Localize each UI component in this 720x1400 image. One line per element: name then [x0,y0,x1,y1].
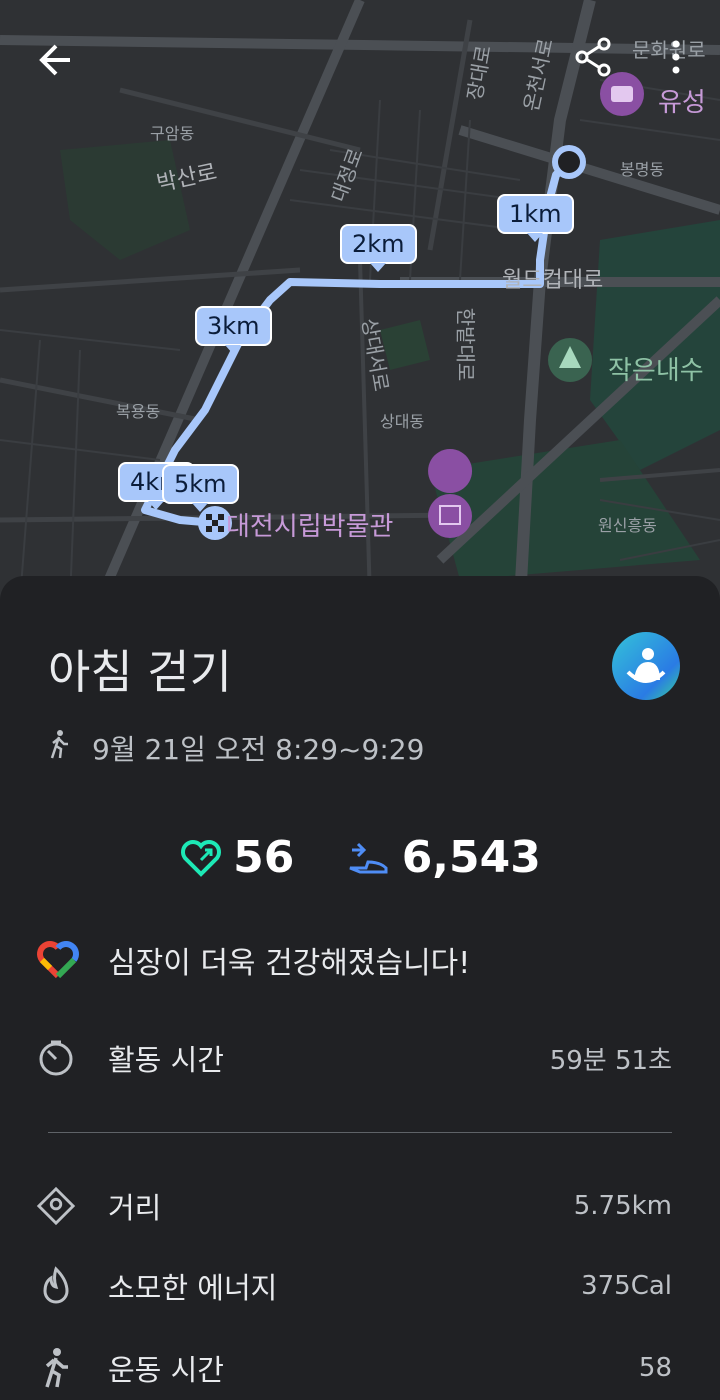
stat-row-move-minutes[interactable]: 운동 시간 58 [36,1338,672,1398]
section-divider [48,1132,672,1133]
km-marker-5: 5km [162,464,239,512]
poi-label-museum[interactable]: 대전시립박물관 [226,506,393,543]
steps-icon [349,842,388,873]
street-label: 월드컵대로 [502,268,604,293]
stat-value: 5.75km [573,1191,672,1221]
flame-icon [36,1266,76,1306]
activity-app-icon[interactable] [612,632,680,700]
walking-icon [36,1348,76,1388]
steps-value: 6,543 [401,832,541,883]
google-fit-heart-icon [37,941,79,979]
walking-icon [48,729,78,766]
stat-label: 운동 시간 [108,1353,224,1387]
stat-row-energy[interactable]: 소모한 에너지 375Cal [36,1256,672,1316]
stat-label: 소모한 에너지 [108,1271,278,1305]
street-label: 복용동 [116,402,161,421]
street-label: 상대동 [380,412,425,431]
heart-points-icon [181,839,222,877]
location-diamond-icon [36,1186,76,1226]
stat-value: 59분 51초 [549,1045,672,1076]
timer-icon [36,1038,76,1078]
steps-metric[interactable]: 6,543 [346,832,541,883]
street-label: 봉명동 [620,160,665,179]
heart-points-value: 56 [233,832,295,883]
route-map[interactable]: 1km 2km 3km 4km 5km 구암동 박산로 상대동 복용동 원신흥동… [0,0,720,600]
activity-time-row: 9월 21일 오전 8:29~9:29 [48,728,424,768]
street-label: 구암동 [150,124,195,143]
stat-row-active-time[interactable]: 활동 시간 59분 51초 [36,1028,672,1088]
poi-label-park[interactable]: 작은내수 [608,350,704,387]
stat-label: 거리 [108,1191,162,1225]
stat-value: 58 [638,1353,672,1383]
heart-points-metric[interactable]: 56 [179,832,294,883]
stat-label: 활동 시간 [108,1043,224,1077]
health-message-text: 심장이 더욱 건강해졌습니다! [108,946,471,981]
poi-label-camera[interactable]: 유성 [658,82,706,119]
stat-row-distance[interactable]: 거리 5.75km [36,1176,672,1236]
km-marker-3: 3km [195,306,272,354]
km-marker-2: 2km [340,224,417,272]
heart-health-message: 심장이 더욱 건강해졌습니다! [36,938,470,982]
goal-metrics: 56 6,543 [0,832,720,889]
activity-detail-sheet[interactable]: 아침 걷기 9월 21일 오전 8:29~9:29 56 6,543 심장이 더… [0,576,720,1400]
stat-value: 375Cal [581,1271,672,1301]
street-label: 원신흥동 [598,516,657,535]
activity-time-range: 9월 21일 오전 8:29~9:29 [92,733,425,766]
km-marker-1: 1km [497,194,574,242]
street-label: 한밭대로 [453,307,478,382]
activity-title[interactable]: 아침 걷기 [48,636,232,702]
